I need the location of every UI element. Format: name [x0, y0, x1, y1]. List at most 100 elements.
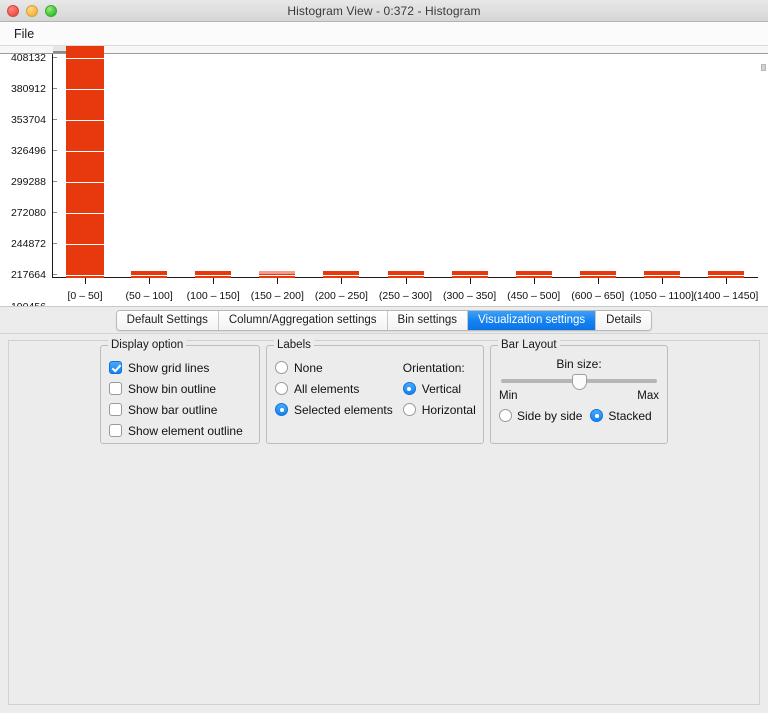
display-option-group: Display option Show grid lines Show bin o… [100, 339, 260, 444]
chart-top-strip [0, 46, 768, 54]
radio-row-stacked[interactable]: Stacked [590, 405, 652, 426]
orientation-column: Orientation: Vertical Horizontal [402, 357, 476, 420]
checkbox-row-show-element-outline[interactable]: Show element outline [109, 420, 251, 441]
x-axis-tick-label: (600 – 650] [571, 290, 625, 302]
x-axis-tick-mark [533, 278, 535, 284]
radio-row-none[interactable]: None [275, 357, 393, 378]
bar-layout-option-list: Side by side Stacked [499, 405, 659, 426]
x-axis-tick-mark [85, 278, 87, 284]
checkbox-show-element-outline[interactable] [109, 424, 122, 437]
y-axis-tick-label: 380912 [10, 83, 46, 96]
x-axis-tick-label: [0 – 50] [67, 290, 103, 302]
tab-visualization-settings[interactable]: Visualization settings [467, 310, 597, 330]
x-axis-tick-mark [405, 278, 407, 284]
orientation-title: Orientation: [402, 360, 465, 375]
slider-thumb[interactable] [571, 374, 587, 390]
checkbox-row-show-bin-outline[interactable]: Show bin outline [109, 378, 251, 399]
slider-max-label: Max [637, 390, 659, 402]
x-axis-tick-label: (1050 – 1100] [629, 290, 694, 302]
slider-min-label: Min [499, 390, 518, 402]
maximize-icon[interactable] [45, 4, 57, 17]
radio-row-selected-elements[interactable]: Selected elements [275, 399, 393, 420]
labels-option-list: None All elements Selected elements [275, 357, 393, 420]
radio-horizontal[interactable] [402, 403, 416, 416]
settings-groups: Display option Show grid lines Show bin o… [8, 339, 760, 705]
x-axis-tick-mark [661, 278, 663, 284]
x-axis-tick-label: (100 – 150] [186, 290, 240, 302]
y-axis-tick-label: 299288 [10, 176, 46, 189]
option-label: Horizontal [421, 402, 476, 417]
display-option-title: Display option [108, 339, 187, 351]
option-label: Stacked [608, 408, 652, 423]
tab-default-settings[interactable]: Default Settings [116, 310, 219, 330]
tab-details[interactable]: Details [596, 310, 652, 330]
x-axis-tick-mark [149, 278, 151, 284]
y-axis-tick-label: 326496 [10, 145, 46, 158]
option-label: None [294, 360, 323, 375]
close-icon[interactable] [7, 4, 19, 17]
x-axis-tick-mark [469, 278, 471, 284]
radio-stacked[interactable] [590, 409, 604, 422]
gridline [53, 244, 758, 246]
x-axis-tick-mark [213, 278, 215, 284]
radio-selected-elements[interactable] [275, 403, 288, 416]
tab-bin-settings[interactable]: Bin settings [387, 310, 468, 330]
x-axis-tick-mark [277, 278, 279, 284]
y-axis-tick-label: 217664 [10, 269, 46, 282]
radio-row-all-elements[interactable]: All elements [275, 378, 393, 399]
tab-column-aggregation-settings[interactable]: Column/Aggregation settings [218, 310, 388, 330]
gridline [53, 58, 758, 59]
minimize-icon[interactable] [26, 4, 38, 17]
option-label: Side by side [517, 408, 583, 423]
y-axis-tick-label: 272080 [10, 207, 46, 220]
window-titlebar: Histogram View - 0:372 - Histogram [0, 0, 768, 22]
checkbox-show-bin-outline[interactable] [109, 382, 122, 395]
histogram-bar[interactable] [66, 46, 105, 278]
tabbar: Default Settings Column/Aggregation setti… [0, 307, 768, 334]
radio-none[interactable] [275, 361, 288, 374]
tab-list: Default Settings Column/Aggregation setti… [115, 309, 653, 331]
labels-columns: None All elements Selected elements Orient… [275, 357, 476, 420]
x-axis-tick-label: (150 – 200] [250, 290, 304, 302]
radio-side-by-side[interactable] [499, 409, 512, 422]
orientation-option-list: Vertical Horizontal [402, 378, 476, 420]
window-title: Histogram View - 0:372 - Histogram [287, 3, 481, 18]
checkbox-show-bar-outline[interactable] [109, 403, 122, 416]
x-axis-tick-mark [341, 278, 343, 284]
checkbox-row-show-grid-lines[interactable]: Show grid lines [109, 357, 251, 378]
labels-title: Labels [274, 339, 314, 351]
radio-vertical[interactable] [402, 382, 416, 395]
option-label: Show bin outline [128, 381, 217, 396]
slider-range-labels: Min Max [499, 390, 659, 402]
window-controls [7, 0, 57, 21]
radio-row-side-by-side[interactable]: Side by side [499, 405, 582, 426]
gridline [53, 275, 758, 277]
x-axis-tick-label: (200 – 250] [314, 290, 368, 302]
x-axis-tick-label: (250 – 300] [378, 290, 433, 302]
option-label: Selected elements [294, 402, 393, 417]
bar-layout-title: Bar Layout [498, 339, 560, 351]
x-axis-tick-label: (300 – 350] [443, 290, 497, 302]
option-label: Show element outline [128, 423, 243, 438]
histogram-chart: 408132 380912 353704 326496 299288 272080 2448… [0, 46, 768, 307]
x-axis-tick-mark [597, 278, 599, 284]
option-label: Show grid lines [128, 360, 210, 375]
bar-layout-group: Bar Layout Bin size: Min Max Side by sid… [490, 339, 668, 444]
option-label: Vertical [421, 381, 462, 396]
gridline [53, 213, 758, 215]
plot-area: 408132 380912 353704 326496 299288 272080 2448… [0, 46, 768, 306]
x-axis-tick-label: (450 – 500] [507, 290, 561, 302]
bin-size-slider[interactable] [501, 373, 657, 391]
option-label: Show bar outline [128, 402, 218, 417]
gridline [53, 182, 758, 184]
menu-item-file[interactable]: File [8, 25, 40, 43]
chart-scrollbar[interactable] [761, 64, 766, 71]
checkbox-row-show-bar-outline[interactable]: Show bar outline [109, 399, 251, 420]
checkbox-show-grid-lines[interactable] [109, 361, 122, 374]
radio-all-elements[interactable] [275, 382, 288, 395]
option-label: All elements [294, 381, 360, 396]
gridline [53, 120, 758, 122]
x-axis-tick-mark [725, 278, 727, 284]
radio-row-vertical[interactable]: Vertical [402, 378, 476, 399]
radio-row-horizontal[interactable]: Horizontal [402, 399, 476, 420]
